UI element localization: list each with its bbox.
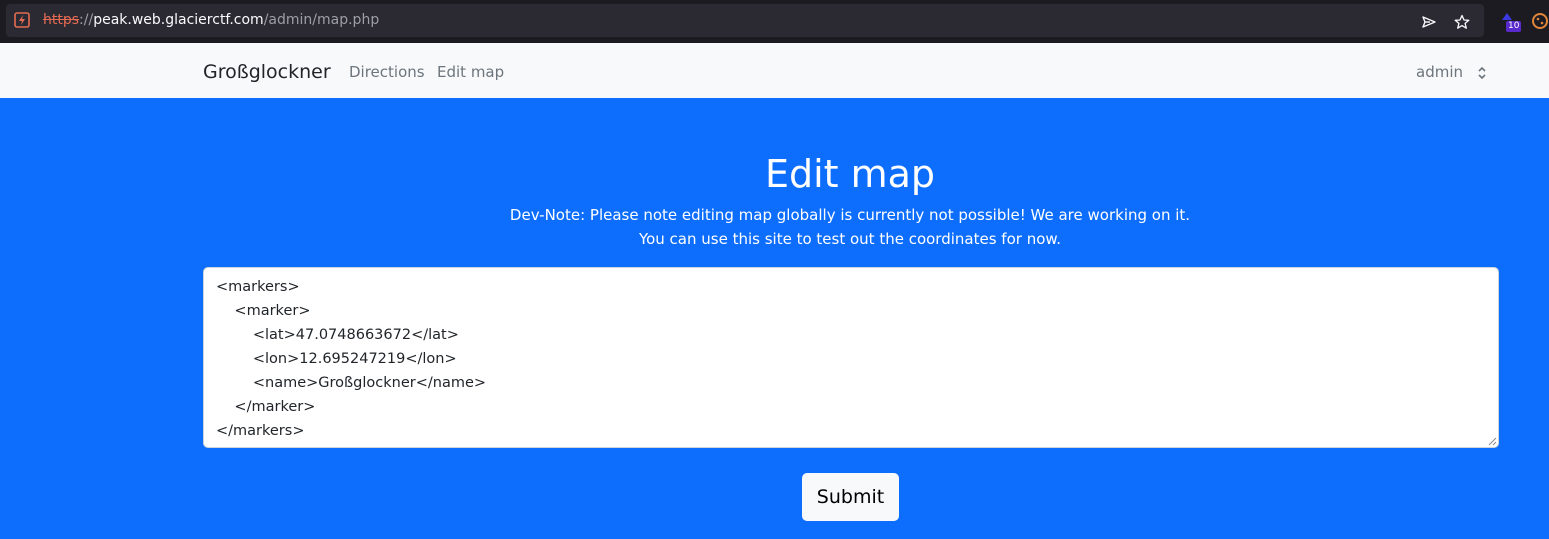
url-path: /admin/map.php [263,12,380,28]
xml-line: </markers> [216,423,305,439]
address-bar[interactable]: https://peak.web.glacierctf.com/admin/ma… [6,4,1484,37]
xml-line: <markers> [216,279,300,295]
xml-textarea[interactable]: <markers> <marker> <lat>47.0748663672</l… [203,267,1499,448]
xml-line: <name>Großglockner</name> [216,375,487,391]
xml-line: </marker> [216,399,316,415]
dev-note-line-2: You can use this site to test out the co… [638,230,1062,248]
xml-line: <marker> [216,303,311,319]
dev-note-line-1: Dev-Note: Please note editing map global… [509,206,1191,224]
url-host: peak.web.glacierctf.com [93,12,264,28]
brand-link[interactable]: Großglockner [203,60,331,84]
lightning-icon[interactable] [14,12,30,28]
send-tab-icon[interactable] [1421,14,1437,30]
cookie-extension-icon[interactable] [1531,10,1549,32]
resize-handle-icon[interactable] [1488,437,1497,446]
nav-link-edit-map[interactable]: Edit map [437,62,504,82]
url-separator: :// [79,12,94,28]
extension-icon[interactable]: 10 [1499,10,1522,32]
main-content: Edit map Dev-Note: Please note editing m… [0,98,1549,539]
url-scheme: https [43,12,80,28]
browser-toolbar: https://peak.web.glacierctf.com/admin/ma… [0,0,1549,43]
navbar: Großglockner Directions Edit map admin [0,43,1549,99]
user-menu[interactable]: admin [1416,62,1463,82]
page-title: Edit map [764,152,936,196]
extension-badge: 10 [1506,21,1522,32]
bookmark-star-icon[interactable] [1454,14,1470,30]
submit-button[interactable]: Submit [802,473,899,521]
chevron-up-down-icon[interactable] [1477,65,1487,81]
xml-content: <markers> <marker> <lat>47.0748663672</l… [216,275,486,443]
xml-line: <lon>12.695247219</lon> [216,351,457,367]
nav-link-directions[interactable]: Directions [349,62,425,82]
url-text[interactable]: https://peak.web.glacierctf.com/admin/ma… [43,11,379,29]
xml-line: <lat>47.0748663672</lat> [216,327,459,343]
